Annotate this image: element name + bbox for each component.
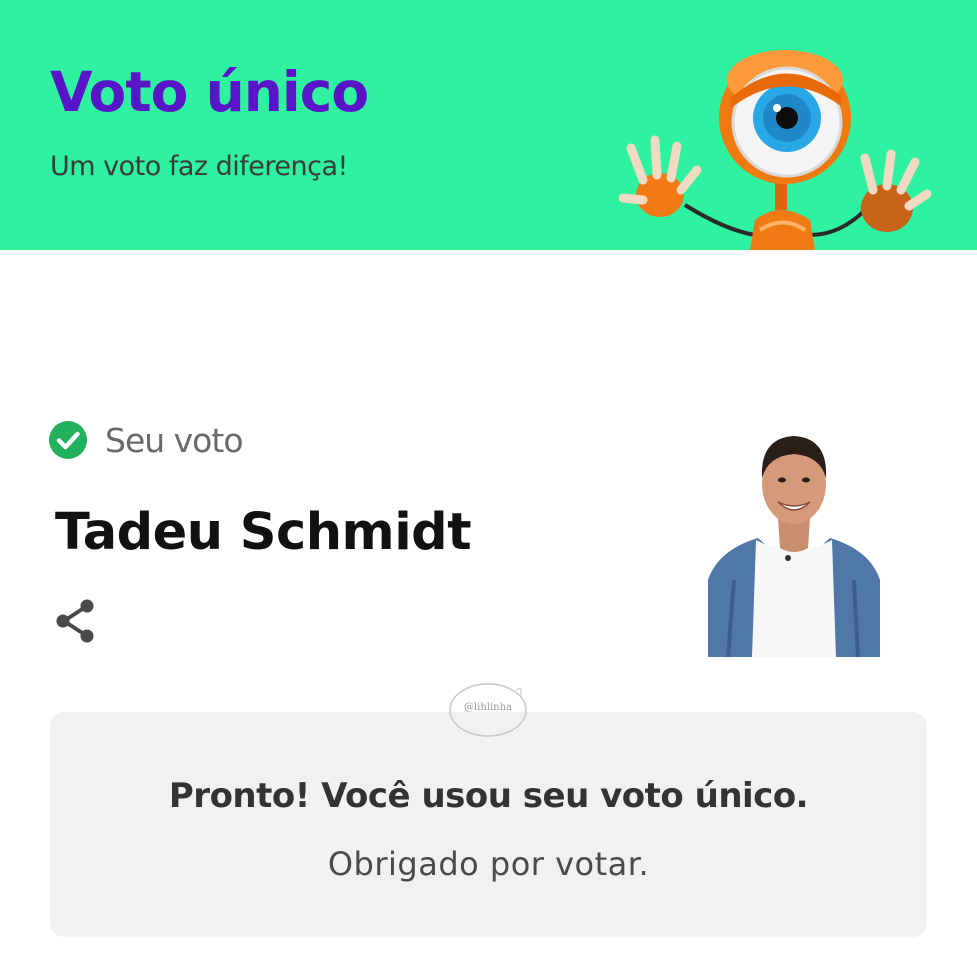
bbb-eye-robot-mascot-icon [618,50,932,250]
confirmation-title: Pronto! Você usou seu voto único. [168,776,809,816]
candidate-name: Tadeu Schmidt [55,503,472,562]
page-subtitle: Um voto faz diferença! [50,151,348,182]
candidate-photo [708,430,880,657]
share-icon [56,599,94,643]
watermark-text: @lihlinha [463,702,513,713]
header-banner: Voto único Um voto faz diferença! [0,0,977,250]
page-title: Voto único [50,60,369,124]
share-button[interactable] [52,597,100,645]
vote-confirmation-page: Voto único Um voto faz diferença! Seu vo… [0,0,977,977]
vote-status: Seu voto [48,420,244,460]
confirmation-card: Pronto! Você usou seu voto único. Obriga… [50,712,927,937]
confirmation-subtitle: Obrigado por votar. [327,845,650,883]
vote-status-label: Seu voto [105,420,244,460]
check-circle-icon [49,421,87,459]
